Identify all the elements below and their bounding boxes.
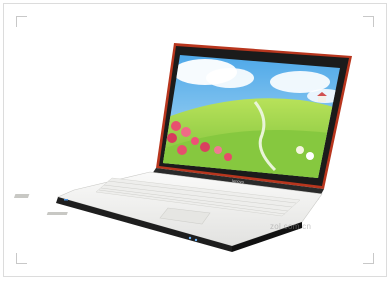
laptop-photo: lenovo: [13, 43, 352, 252]
watermark-text: zol.com.cn: [270, 222, 312, 231]
screen-wallpaper: [163, 55, 340, 178]
